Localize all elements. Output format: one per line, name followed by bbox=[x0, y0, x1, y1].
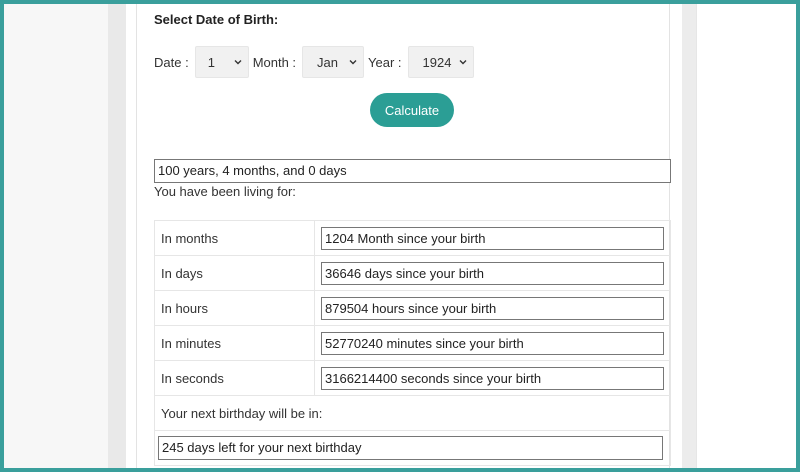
next-birthday-label: Your next birthday will be in: bbox=[154, 395, 671, 431]
dob-select-row: Date : 1 Month : Jan Year : 1924 bbox=[154, 46, 478, 78]
year-label: Year : bbox=[368, 54, 402, 70]
calculate-button[interactable]: Calculate bbox=[370, 93, 454, 127]
next-birthday-field[interactable]: 245 days left for your next birthday bbox=[158, 436, 663, 460]
chevron-down-icon bbox=[349, 60, 357, 65]
minutes-field[interactable]: 52770240 minutes since your birth bbox=[321, 331, 664, 355]
chevron-down-icon bbox=[459, 60, 467, 65]
stat-label: In seconds bbox=[154, 360, 315, 396]
hours-field[interactable]: 879504 hours since your birth bbox=[321, 296, 664, 320]
stat-label: In minutes bbox=[154, 325, 315, 361]
days-field[interactable]: 36646 days since your birth bbox=[321, 261, 664, 285]
table-row: In days 36646 days since your birth bbox=[154, 255, 671, 291]
section-title: Select Date of Birth: bbox=[154, 12, 279, 27]
age-calculator-card: Select Date of Birth: Date : 1 Month : J… bbox=[136, 4, 671, 468]
year-select[interactable]: 1924 bbox=[407, 46, 474, 78]
page-right-strip bbox=[682, 4, 696, 468]
stat-value-cell: 3166214400 seconds since your birth bbox=[314, 360, 671, 396]
screenshot-frame: Select Date of Birth: Date : 1 Month : J… bbox=[4, 4, 796, 468]
table-row: In seconds 3166214400 seconds since your… bbox=[154, 360, 671, 396]
page-left-gutter bbox=[4, 4, 108, 468]
stat-value-cell: 1204 Month since your birth bbox=[314, 220, 671, 256]
stat-value-cell: 879504 hours since your birth bbox=[314, 290, 671, 326]
main-content: Select Date of Birth: Date : 1 Month : J… bbox=[126, 4, 682, 468]
table-row: Your next birthday will be in: bbox=[154, 395, 671, 431]
month-select[interactable]: Jan bbox=[302, 46, 365, 78]
age-stats-table: In months 1204 Month since your birth In… bbox=[154, 220, 671, 466]
living-for-label: You have been living for: bbox=[154, 184, 296, 199]
table-row: In months 1204 Month since your birth bbox=[154, 220, 671, 256]
year-select-value: 1924 bbox=[422, 54, 452, 70]
month-label: Month : bbox=[252, 54, 297, 70]
months-field[interactable]: 1204 Month since your birth bbox=[321, 226, 664, 250]
date-label: Date : bbox=[154, 54, 189, 70]
stat-label: In months bbox=[154, 220, 315, 256]
page-right-gutter bbox=[696, 4, 796, 468]
stat-label: In hours bbox=[154, 290, 315, 326]
month-select-value: Jan bbox=[317, 54, 339, 70]
age-result-field[interactable]: 100 years, 4 months, and 0 days bbox=[154, 159, 671, 183]
seconds-field[interactable]: 3166214400 seconds since your birth bbox=[321, 366, 664, 390]
chevron-down-icon bbox=[234, 60, 242, 65]
stat-value-cell: 52770240 minutes since your birth bbox=[314, 325, 671, 361]
day-select[interactable]: 1 bbox=[194, 46, 249, 78]
page-left-strip bbox=[108, 4, 126, 468]
next-birthday-cell: 245 days left for your next birthday bbox=[154, 430, 671, 466]
table-row: In minutes 52770240 minutes since your b… bbox=[154, 325, 671, 361]
day-select-value: 1 bbox=[207, 54, 215, 70]
stat-value-cell: 36646 days since your birth bbox=[314, 255, 671, 291]
table-row: 245 days left for your next birthday bbox=[154, 430, 671, 466]
table-row: In hours 879504 hours since your birth bbox=[154, 290, 671, 326]
stat-label: In days bbox=[154, 255, 315, 291]
